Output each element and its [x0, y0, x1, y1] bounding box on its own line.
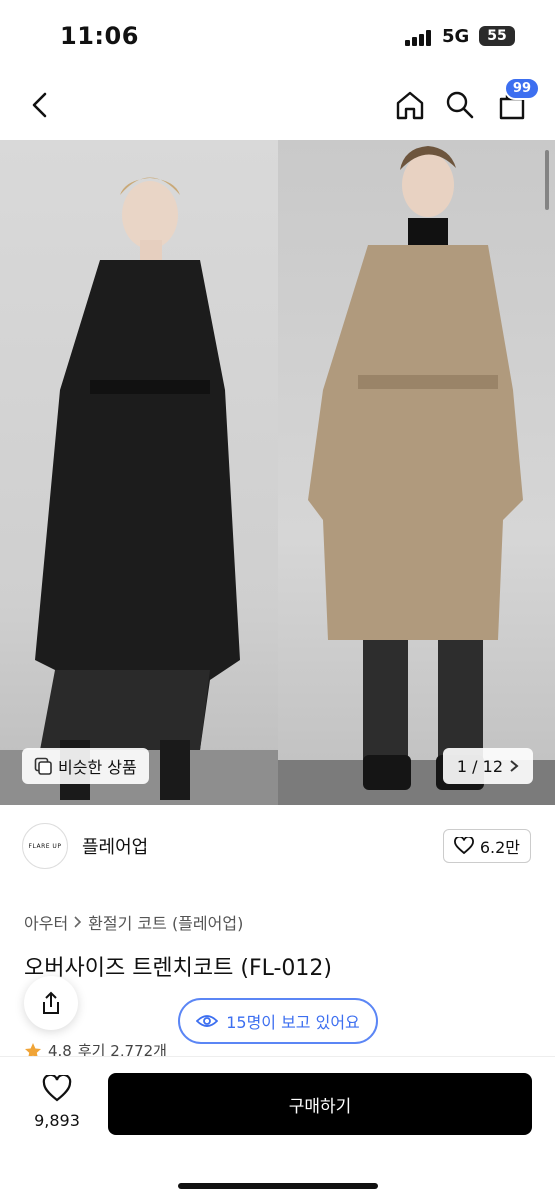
share-button[interactable] — [24, 976, 78, 1030]
product-image-gallery[interactable] — [0, 140, 555, 805]
bottom-purchase-bar: 9,893 구매하기 — [0, 1056, 555, 1200]
chevron-right-icon — [74, 916, 82, 928]
search-icon — [446, 91, 474, 119]
back-icon — [32, 92, 47, 118]
scroll-indicator[interactable] — [545, 150, 549, 210]
similar-products-button[interactable]: 비슷한 상품 — [22, 748, 149, 784]
buy-button[interactable]: 구매하기 — [108, 1073, 532, 1135]
cart-button[interactable]: 99 — [492, 77, 540, 125]
similar-products-label: 비슷한 상품 — [58, 758, 137, 777]
product-image-beige-coat — [278, 140, 555, 805]
signal-icon — [405, 30, 435, 46]
breadcrumb: 아우터 환절기 코트 (플레어업) — [24, 910, 243, 934]
search-button[interactable] — [440, 85, 480, 125]
status-bar: 11:06 5G 55 — [0, 0, 555, 70]
top-nav: 99 — [0, 70, 555, 140]
product-image-black-coat — [0, 140, 278, 805]
brand-logo[interactable]: FLARE UP — [22, 823, 68, 869]
network-label: 5G — [442, 26, 470, 47]
viewers-pill: 15명이 보고 있어요 — [178, 998, 378, 1044]
brand-name[interactable]: 플레어업 — [82, 833, 148, 859]
home-indicator — [178, 1183, 378, 1189]
home-button[interactable] — [390, 85, 430, 125]
breadcrumb-subcategory[interactable]: 환절기 코트 (플레어업) — [88, 910, 243, 934]
brand-like-button[interactable]: 6.2만 — [442, 829, 531, 863]
brand-row: FLARE UP 플레어업 6.2만 — [0, 805, 555, 890]
cart-count-badge: 99 — [503, 77, 540, 100]
similar-icon — [34, 757, 52, 775]
back-button[interactable] — [20, 85, 60, 125]
chevron-right-icon — [510, 760, 519, 772]
breadcrumb-category[interactable]: 아우터 — [24, 910, 68, 934]
image-page-indicator[interactable]: 1 / 12 — [442, 748, 533, 784]
product-title: 오버사이즈 트렌치코트 (FL-012) — [24, 956, 333, 981]
image-page-count: 1 / 12 — [456, 756, 503, 776]
wishlist-count: 9,893 — [34, 1111, 80, 1130]
viewers-label: 15명이 보고 있어요 — [226, 1013, 360, 1032]
battery-icon: 55 — [479, 26, 515, 46]
status-time: 11:06 — [60, 22, 139, 50]
eye-icon — [196, 1015, 219, 1027]
wishlist-button[interactable]: 9,893 — [24, 1073, 90, 1130]
heart-icon — [42, 1073, 72, 1102]
share-icon — [43, 991, 59, 1014]
home-icon — [396, 91, 424, 120]
heart-icon — [453, 837, 474, 855]
brand-like-count: 6.2만 — [479, 838, 520, 857]
